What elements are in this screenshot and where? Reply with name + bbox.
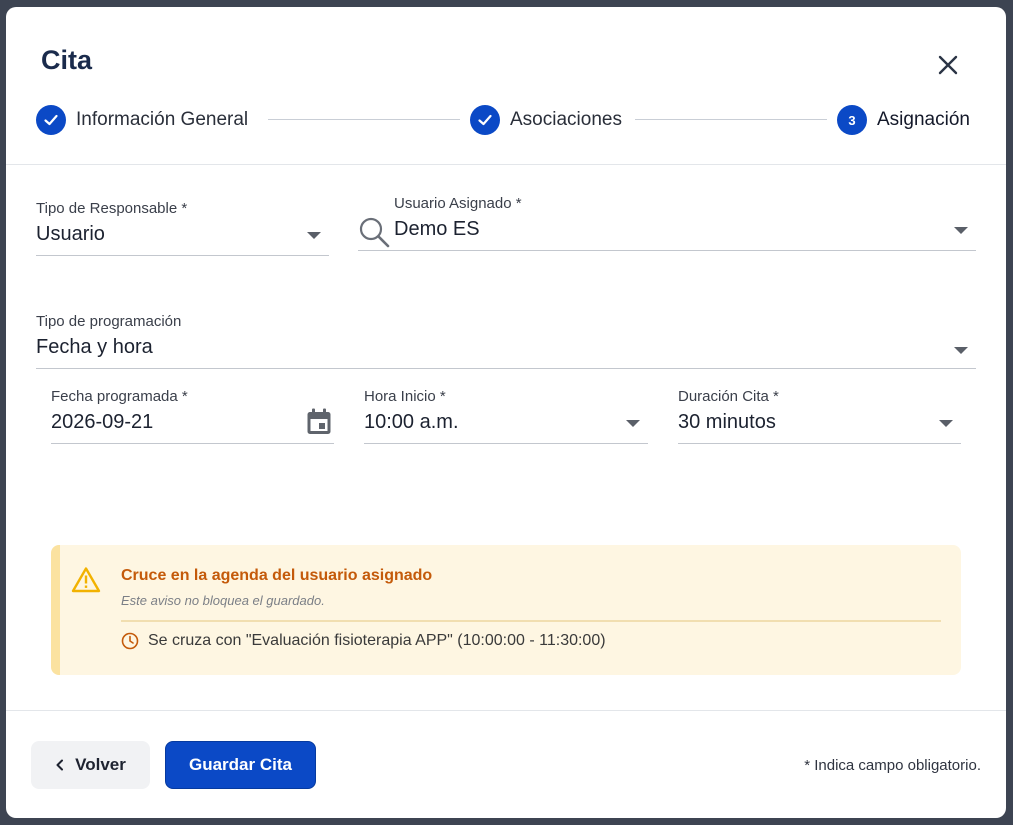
- close-icon: [938, 55, 958, 75]
- alert-title: Cruce en la agenda del usuario asignado: [121, 567, 433, 584]
- chevron-down-icon: [939, 420, 953, 427]
- chevron-down-icon: [954, 347, 968, 354]
- step-informacion-general[interactable]: Información General: [36, 104, 248, 136]
- back-button[interactable]: Volver: [31, 741, 150, 789]
- field-label: Tipo de Responsable *: [36, 200, 188, 217]
- chevron-down-icon: [954, 227, 968, 234]
- close-button[interactable]: [934, 51, 962, 79]
- field-label: Fecha programada *: [51, 388, 188, 405]
- alert-detail: Se cruza con "Evaluación fisioterapia AP…: [121, 632, 606, 650]
- alert-detail-text: Se cruza con "Evaluación fisioterapia AP…: [148, 632, 606, 649]
- schedule-conflict-alert: Cruce en la agenda del usuario asignado …: [51, 545, 961, 675]
- step-label: Información General: [76, 109, 249, 130]
- field-value: Demo ES: [394, 218, 480, 240]
- assigned-user-autocomplete[interactable]: Usuario Asignado * Demo ES: [358, 192, 976, 251]
- search-icon: [359, 217, 390, 248]
- schedule-type-select[interactable]: Tipo de programación Fecha y hora: [36, 310, 976, 369]
- save-button-label: Guardar Cita: [189, 755, 292, 774]
- step-completed-indicator: [470, 105, 500, 135]
- step-asociaciones[interactable]: Asociaciones: [470, 104, 622, 136]
- step-label: Asignación: [877, 109, 970, 130]
- step-label: Asociaciones: [510, 109, 622, 130]
- field-value: 10:00 a.m.: [364, 411, 459, 433]
- field-value: Usuario: [36, 223, 105, 245]
- stepper: Información General Asociaciones 3 Asign…: [36, 104, 976, 136]
- field-label: Usuario Asignado *: [394, 195, 522, 212]
- step-asignacion[interactable]: 3 Asignación: [837, 104, 970, 136]
- field-value: Fecha y hora: [36, 336, 153, 358]
- step-connector: [268, 119, 460, 120]
- warning-icon: [71, 567, 101, 593]
- check-icon: [478, 114, 492, 126]
- header-divider: [6, 164, 1006, 165]
- step-number-indicator: 3: [837, 105, 867, 135]
- chevron-down-icon: [307, 232, 321, 239]
- field-label: Duración Cita *: [678, 388, 779, 405]
- chevron-left-icon: [56, 759, 64, 771]
- step-connector: [635, 119, 827, 120]
- scheduled-date-field[interactable]: Fecha programada * 2026-09-21: [51, 385, 334, 444]
- field-value: 30 minutos: [678, 411, 776, 433]
- field-label: Tipo de programación: [36, 313, 182, 330]
- appointment-dialog: Cita Información General Asociaciones 3 …: [6, 7, 1006, 818]
- back-button-label: Volver: [75, 755, 126, 774]
- dialog-title: Cita: [41, 45, 93, 75]
- duration-select[interactable]: Duración Cita * 30 minutos: [678, 385, 961, 444]
- clock-icon: [121, 632, 139, 650]
- chevron-down-icon: [626, 420, 640, 427]
- required-field-note: * Indica campo obligatorio.: [804, 757, 981, 774]
- footer-divider: [6, 710, 1006, 711]
- start-time-select[interactable]: Hora Inicio * 10:00 a.m.: [364, 385, 648, 444]
- calendar-icon[interactable]: [306, 408, 332, 436]
- field-label: Hora Inicio *: [364, 388, 446, 405]
- alert-divider: [121, 620, 941, 622]
- field-value: 2026-09-21: [51, 411, 154, 433]
- save-appointment-button[interactable]: Guardar Cita: [165, 741, 316, 789]
- check-icon: [44, 114, 58, 126]
- responsible-type-select[interactable]: Tipo de Responsable * Usuario: [36, 197, 329, 256]
- alert-subtitle: Este aviso no bloquea el guardado.: [121, 593, 325, 608]
- step-completed-indicator: [36, 105, 66, 135]
